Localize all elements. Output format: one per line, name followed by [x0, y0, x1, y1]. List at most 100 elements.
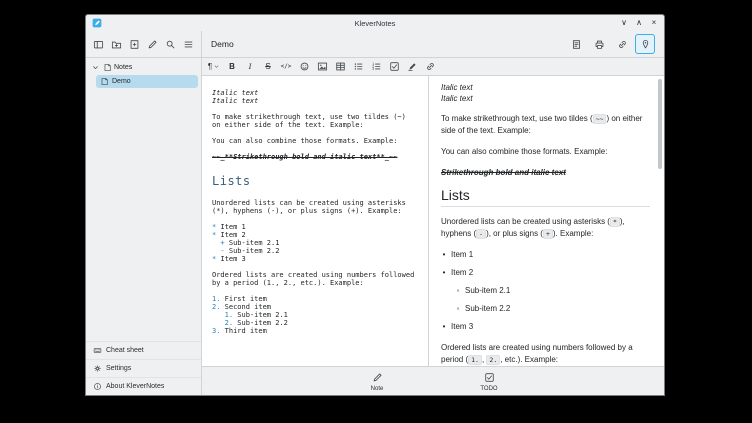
table-button[interactable] [332, 60, 348, 74]
editor-text: Sub-item 2.1 [229, 239, 280, 247]
editor-line: * Item 3 [212, 255, 418, 263]
share-link-button[interactable] [612, 34, 632, 54]
pin-toggle-button[interactable] [635, 34, 655, 54]
preview-content: Italic textItalic textTo make strikethro… [429, 76, 664, 366]
new-folder-icon [109, 37, 123, 51]
minimize-button[interactable]: ∨ [619, 16, 629, 30]
todo-tab[interactable]: TODO [446, 369, 532, 393]
emoji-button[interactable] [296, 60, 312, 74]
list-marker: 2. [212, 303, 225, 311]
new-note-button[interactable] [125, 34, 143, 54]
editor-line: 3. Third item [212, 327, 418, 335]
bullet-list-button[interactable] [350, 60, 366, 74]
menu-button[interactable] [180, 34, 198, 54]
ol-icon: 123 [369, 60, 383, 74]
preview-list-item: •Item 1 [441, 249, 650, 261]
bullet: • [441, 321, 447, 333]
text-segment: ), or plus signs ( [486, 229, 543, 238]
chevron-down-icon [212, 63, 220, 71]
list-marker: + [212, 239, 229, 247]
list-marker: 2. [212, 319, 237, 327]
button-glyph: S [265, 62, 270, 71]
hamburger-icon [182, 37, 196, 51]
bold-button[interactable]: B [224, 60, 240, 74]
note-tab[interactable]: Note [334, 369, 420, 393]
text-segment: Unordered lists can be created using ast… [441, 217, 610, 226]
editor-line [212, 287, 418, 295]
list-item-text: Sub-item 2.2 [465, 303, 510, 315]
close-button[interactable]: × [649, 16, 659, 30]
list-item-text: Item 1 [451, 249, 473, 261]
code-button[interactable]: </> [278, 60, 294, 74]
notes-sidebar: Notes Demo Cheat sheet SettingsAbout Klev… [86, 58, 202, 395]
list-item-text: Item 3 [451, 321, 473, 333]
window-title: KleverNotes [86, 19, 664, 28]
formatting-toolbar: ¶BI S </> 123 [202, 58, 664, 76]
footer-item-label: Cheat sheet [106, 347, 144, 354]
new-category-button[interactable] [107, 34, 125, 54]
editor-line: Ordered lists are created using numbers … [212, 271, 418, 279]
editor-line [212, 145, 418, 153]
list-marker: 3. [212, 327, 225, 335]
export-button[interactable] [566, 34, 586, 54]
editor-preview-panes: Italic textItalic text To make strikethr… [202, 76, 664, 366]
editor-text: First item [225, 295, 267, 303]
strikethrough-button[interactable]: S [260, 60, 276, 74]
notebook-icon [102, 63, 112, 73]
desktop-background: KleverNotes ∨ ∧ × Demo [0, 0, 752, 423]
inline-code: * [610, 217, 620, 227]
task-list-button[interactable] [386, 60, 402, 74]
editor-line: Lists [212, 174, 418, 188]
pen-icon [146, 37, 160, 51]
text-segment: ). Example: [553, 229, 593, 238]
editor-text: Sub-item 2.1 [237, 311, 288, 319]
rename-button[interactable] [144, 34, 162, 54]
editor-line: 2. Sub-item 2.2 [212, 319, 418, 327]
keyboard-icon [92, 346, 102, 356]
print-button[interactable] [589, 34, 609, 54]
toggle-sidebar-button[interactable] [89, 34, 107, 54]
window-body: Notes Demo Cheat sheet SettingsAbout Klev… [86, 58, 664, 395]
list-item-text: Item 2 [451, 267, 473, 279]
editor-line: Unordered lists can be created using ast… [212, 199, 418, 207]
search-button[interactable] [162, 34, 180, 54]
link-button[interactable] [422, 60, 438, 74]
tab-label: TODO [480, 386, 497, 392]
notes-root-label: Notes [114, 64, 132, 71]
link-icon [423, 60, 437, 74]
image-icon [315, 60, 329, 74]
bullet: ◦ [455, 303, 461, 315]
maximize-button[interactable]: ∧ [634, 16, 644, 30]
titlebar[interactable]: KleverNotes ∨ ∧ × [86, 15, 664, 31]
link-icon [615, 37, 629, 51]
note-title: Demo [211, 39, 234, 49]
markdown-editor[interactable]: Italic textItalic text To make strikethr… [202, 76, 428, 366]
editor-text: Second item [225, 303, 271, 311]
tab-label: Note [371, 386, 384, 392]
note-header: Demo [202, 31, 664, 57]
notes-tree-root[interactable]: Notes [86, 61, 201, 74]
preview-paragraph: You can also combine those formats. Exam… [441, 146, 650, 158]
editor-line: Italic text [212, 97, 418, 105]
sidebar-item-demo[interactable]: Demo [96, 75, 198, 88]
button-glyph: I [249, 62, 252, 71]
settings-button[interactable]: Settings [86, 359, 201, 377]
gear-icon [92, 364, 102, 374]
sidebar-footer: Cheat sheet SettingsAbout KleverNotes [86, 341, 201, 395]
about-button[interactable]: About KleverNotes [86, 377, 201, 395]
sidebar-toolbar [86, 31, 202, 57]
cheat-sheet-button[interactable]: Cheat sheet [86, 341, 201, 359]
italic-button[interactable]: I [242, 60, 258, 74]
ordered-list-button[interactable]: 123 [368, 60, 384, 74]
editor-line: on either side of the text. Example: [212, 121, 418, 129]
note-icon [99, 77, 109, 87]
sidebar-panel-icon [91, 37, 105, 51]
preview-list-item: ◦ Sub-item 2.2 [455, 303, 650, 315]
list-marker: - [212, 247, 229, 255]
preview-scrollbar[interactable] [658, 79, 662, 169]
highlighter-button[interactable] [404, 60, 420, 74]
editor-line [212, 129, 418, 137]
text-segment: , etc.). Example: [500, 355, 558, 364]
image-button[interactable] [314, 60, 330, 74]
paragraph-style-button[interactable]: ¶ [206, 60, 222, 74]
